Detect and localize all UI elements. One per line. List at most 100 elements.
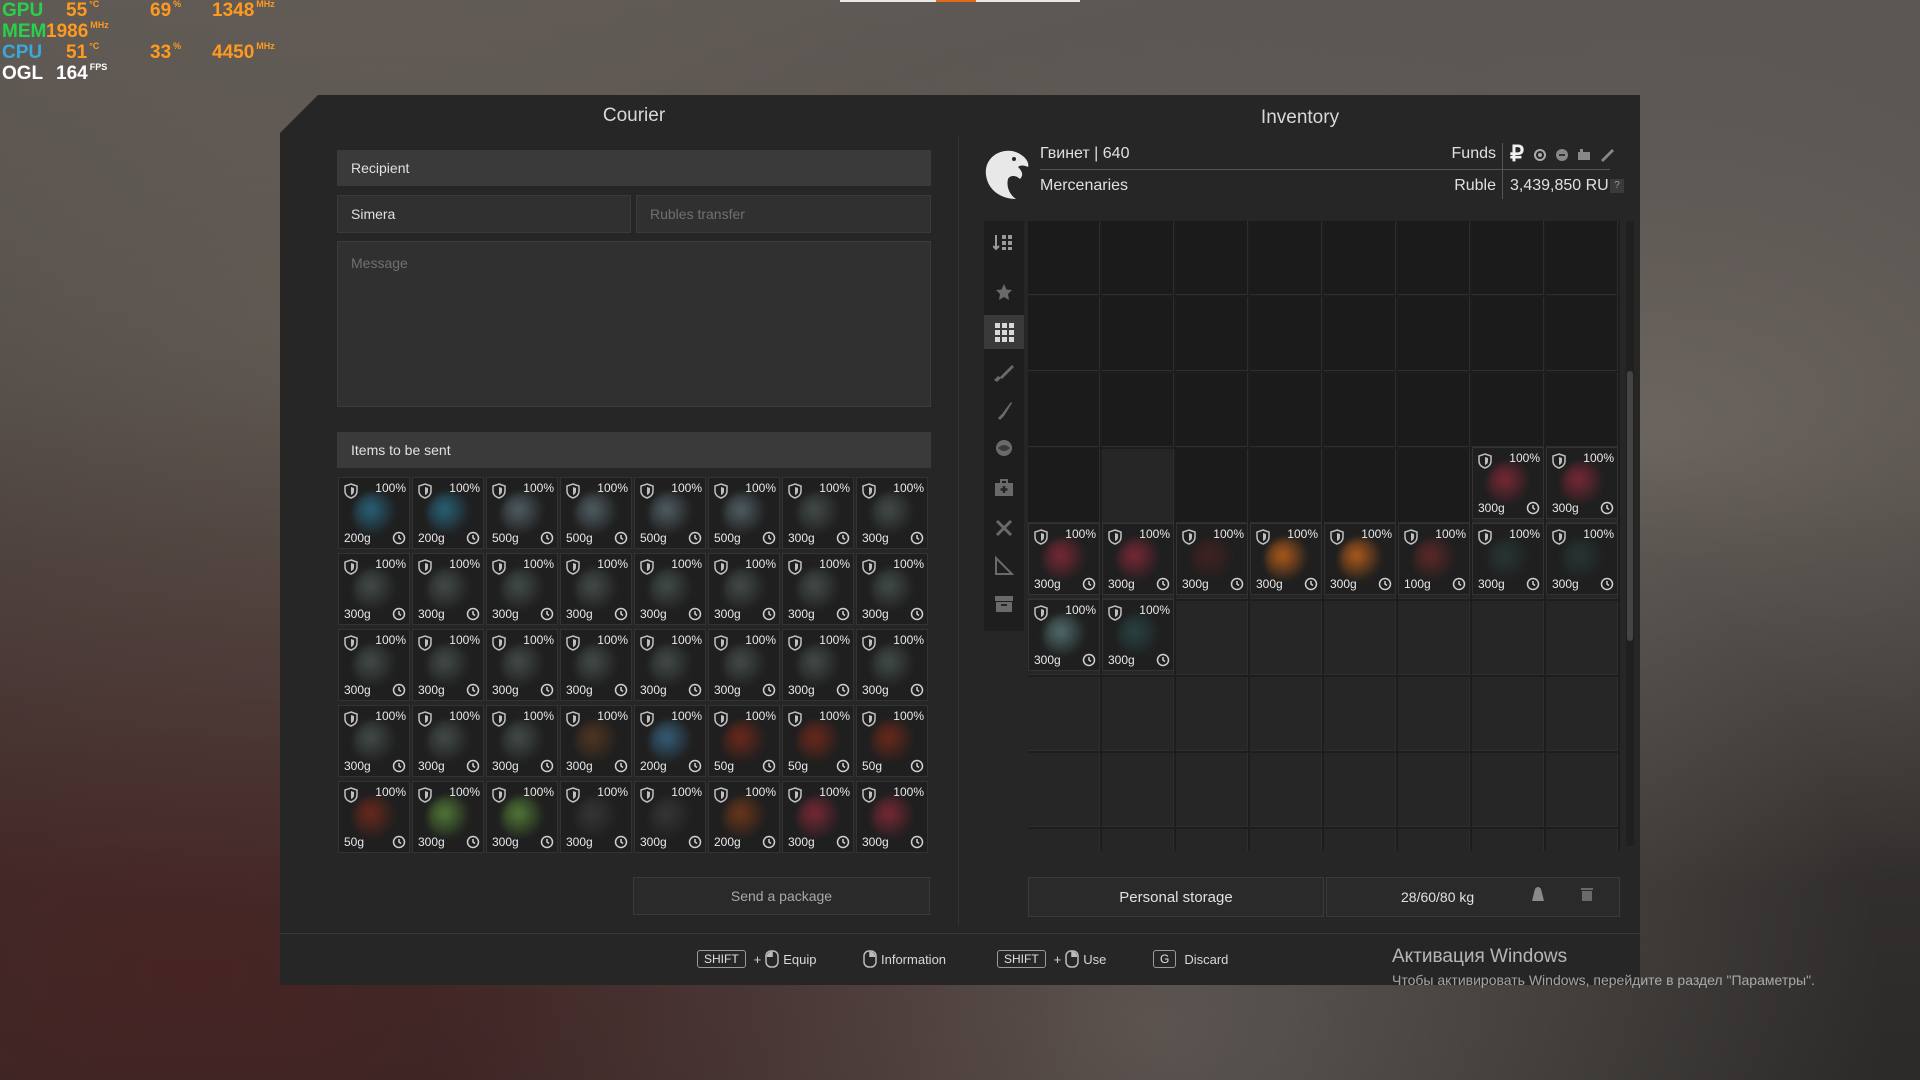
item-slot[interactable]: 100% 300g bbox=[1028, 523, 1100, 595]
item-slot[interactable]: 100% 300g bbox=[1324, 523, 1396, 595]
tab-sort[interactable] bbox=[984, 225, 1024, 259]
item-slot[interactable]: 100% 50g bbox=[856, 705, 928, 777]
inventory-slot-empty[interactable] bbox=[1324, 829, 1396, 851]
item-slot[interactable]: 100% 300g bbox=[634, 553, 706, 625]
inventory-slot-empty[interactable] bbox=[1250, 221, 1322, 295]
item-slot[interactable]: 100% 300g bbox=[1250, 523, 1322, 595]
inventory-slot-empty[interactable] bbox=[1398, 677, 1470, 751]
inventory-slot-empty[interactable] bbox=[1028, 373, 1100, 447]
item-slot[interactable]: 100% 300g bbox=[782, 781, 854, 853]
inventory-slot-empty[interactable] bbox=[1176, 297, 1248, 371]
tab-artifacts[interactable] bbox=[984, 431, 1024, 465]
inventory-slot-empty[interactable] bbox=[1250, 449, 1322, 523]
item-slot[interactable]: 100% 300g bbox=[1472, 447, 1544, 519]
item-slot[interactable]: 100% 300g bbox=[1102, 599, 1174, 671]
inventory-slot-empty[interactable] bbox=[1472, 221, 1544, 295]
inventory-slot-empty[interactable] bbox=[1250, 373, 1322, 447]
inventory-slot-empty[interactable] bbox=[1250, 601, 1322, 675]
item-slot[interactable]: 100% 300g bbox=[1546, 523, 1618, 595]
inventory-slot-empty[interactable] bbox=[1546, 677, 1618, 751]
inventory-slot-empty[interactable] bbox=[1028, 753, 1100, 827]
inventory-slot-empty[interactable] bbox=[1176, 373, 1248, 447]
item-slot[interactable]: 100% 300g bbox=[782, 629, 854, 701]
item-slot[interactable]: 100% 300g bbox=[412, 781, 484, 853]
inventory-slot-empty[interactable] bbox=[1324, 373, 1396, 447]
item-slot[interactable]: 100% 300g bbox=[1546, 447, 1618, 519]
inventory-slot-empty[interactable] bbox=[1028, 449, 1100, 523]
item-slot[interactable]: 100% 300g bbox=[856, 781, 928, 853]
item-slot[interactable]: 100% 300g bbox=[560, 705, 632, 777]
item-slot[interactable]: 100% 500g bbox=[634, 477, 706, 549]
item-slot[interactable]: 100% 500g bbox=[708, 477, 780, 549]
inventory-slot-empty[interactable] bbox=[1102, 297, 1174, 371]
inventory-slot-empty[interactable] bbox=[1324, 297, 1396, 371]
inventory-slot-empty[interactable] bbox=[1546, 221, 1618, 295]
item-slot[interactable]: 100% 300g bbox=[634, 781, 706, 853]
item-slot[interactable]: 100% 300g bbox=[1102, 523, 1174, 595]
inventory-slot-empty[interactable] bbox=[1472, 829, 1544, 851]
scrollbar-thumb[interactable] bbox=[1627, 371, 1633, 641]
inventory-slot-empty[interactable] bbox=[1472, 297, 1544, 371]
send-package-button[interactable]: Send a package bbox=[633, 877, 930, 915]
inventory-slot-empty[interactable] bbox=[1472, 601, 1544, 675]
item-slot[interactable]: 100% 300g bbox=[560, 781, 632, 853]
tab-misc[interactable] bbox=[984, 549, 1024, 583]
inventory-slot-empty[interactable] bbox=[1028, 677, 1100, 751]
item-slot[interactable]: 100% 300g bbox=[560, 553, 632, 625]
item-slot[interactable]: 100% 50g bbox=[708, 705, 780, 777]
tab-favorites[interactable] bbox=[984, 275, 1024, 309]
item-slot[interactable]: 100% 300g bbox=[1176, 523, 1248, 595]
item-slot[interactable]: 100% 500g bbox=[486, 477, 558, 549]
tab-medical[interactable] bbox=[984, 471, 1024, 505]
item-slot[interactable]: 100% 300g bbox=[412, 705, 484, 777]
inventory-slot-empty[interactable] bbox=[1546, 373, 1618, 447]
inventory-slot-empty[interactable] bbox=[1102, 373, 1174, 447]
item-slot[interactable]: 100% 300g bbox=[412, 629, 484, 701]
item-slot[interactable]: 100% 300g bbox=[1028, 599, 1100, 671]
item-slot[interactable]: 100% 300g bbox=[486, 781, 558, 853]
inventory-slot-empty[interactable] bbox=[1250, 297, 1322, 371]
inventory-slot-empty[interactable] bbox=[1472, 677, 1544, 751]
inventory-slot-empty[interactable] bbox=[1472, 373, 1544, 447]
inventory-slot-empty[interactable] bbox=[1102, 677, 1174, 751]
item-slot[interactable]: 100% 200g bbox=[412, 477, 484, 549]
trash-icon[interactable] bbox=[1580, 886, 1594, 902]
item-slot[interactable]: 100% 300g bbox=[634, 629, 706, 701]
coin-currency-icon[interactable] bbox=[1554, 147, 1570, 163]
item-slot[interactable]: 100% 50g bbox=[782, 705, 854, 777]
gear-currency-icon[interactable] bbox=[1532, 147, 1548, 163]
item-slot[interactable]: 100% 300g bbox=[708, 629, 780, 701]
inventory-slot-empty[interactable] bbox=[1176, 221, 1248, 295]
ruble-currency-icon[interactable]: ₽ bbox=[1510, 141, 1524, 167]
item-slot[interactable]: 100% 300g bbox=[782, 553, 854, 625]
inventory-slot-empty[interactable] bbox=[1398, 829, 1470, 851]
inventory-slot-empty[interactable] bbox=[1324, 221, 1396, 295]
item-slot[interactable]: 100% 300g bbox=[338, 629, 410, 701]
inventory-slot-empty[interactable] bbox=[1176, 829, 1248, 851]
inventory-slot-empty[interactable] bbox=[1546, 601, 1618, 675]
message-textarea[interactable]: Message bbox=[337, 241, 931, 407]
personal-storage-button[interactable]: Personal storage bbox=[1028, 877, 1324, 917]
item-slot[interactable]: 100% 50g bbox=[338, 781, 410, 853]
inventory-slot-empty[interactable] bbox=[1102, 221, 1174, 295]
inventory-slot-empty[interactable] bbox=[1250, 753, 1322, 827]
item-slot[interactable]: 100% 100g bbox=[1398, 523, 1470, 595]
inventory-slot-empty[interactable] bbox=[1102, 753, 1174, 827]
item-slot[interactable]: 100% 300g bbox=[412, 553, 484, 625]
inventory-slot-empty[interactable] bbox=[1176, 449, 1248, 523]
item-slot[interactable]: 100% 300g bbox=[486, 553, 558, 625]
tab-storage[interactable] bbox=[984, 587, 1024, 621]
inventory-slot-empty[interactable] bbox=[1250, 829, 1322, 851]
inventory-slot-empty[interactable] bbox=[1324, 677, 1396, 751]
inventory-slot-empty[interactable] bbox=[1176, 753, 1248, 827]
rubles-transfer-input[interactable]: Rubles transfer bbox=[636, 195, 931, 233]
item-slot[interactable]: 100% 200g bbox=[338, 477, 410, 549]
inventory-slot-empty[interactable] bbox=[1028, 297, 1100, 371]
item-slot[interactable]: 100% 300g bbox=[1472, 523, 1544, 595]
inventory-slot-empty[interactable] bbox=[1546, 829, 1618, 851]
ammo-currency-icon[interactable] bbox=[1576, 147, 1592, 163]
item-slot[interactable]: 100% 500g bbox=[560, 477, 632, 549]
tab-weapons[interactable] bbox=[984, 355, 1024, 389]
inventory-slot-empty[interactable] bbox=[1398, 221, 1470, 295]
item-slot[interactable]: 100% 300g bbox=[708, 553, 780, 625]
